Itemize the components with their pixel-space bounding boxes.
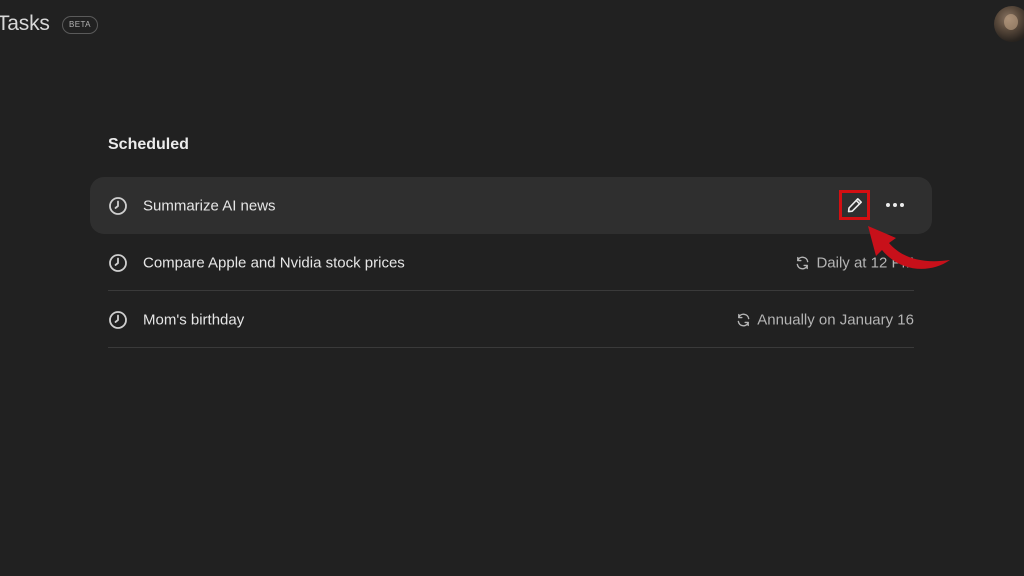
clock-icon bbox=[109, 196, 127, 215]
avatar[interactable] bbox=[994, 6, 1024, 42]
divider bbox=[108, 347, 914, 348]
more-horizontal-icon bbox=[886, 203, 904, 207]
schedule-label: Annually on January 16 bbox=[757, 311, 914, 328]
repeat-icon bbox=[737, 313, 750, 326]
clock-icon bbox=[109, 253, 127, 272]
pencil-icon bbox=[847, 198, 862, 213]
task-list: Summarize AI news Compare Apple and Nvid… bbox=[90, 177, 932, 348]
task-label: Summarize AI news bbox=[143, 197, 276, 214]
more-options-button[interactable] bbox=[881, 191, 909, 219]
task-row-compare-stock-prices[interactable]: Compare Apple and Nvidia stock prices Da… bbox=[90, 234, 932, 291]
edit-task-button[interactable] bbox=[839, 190, 870, 220]
page-title: Tasks bbox=[0, 12, 50, 35]
task-row-moms-birthday[interactable]: Mom's birthday Annually on January 16 bbox=[90, 291, 932, 348]
task-label: Compare Apple and Nvidia stock prices bbox=[143, 254, 405, 271]
task-row-summarize-ai-news[interactable]: Summarize AI news bbox=[90, 177, 932, 234]
repeat-icon bbox=[797, 256, 809, 269]
annotation-arrow bbox=[868, 226, 950, 269]
clock-icon bbox=[109, 310, 127, 329]
task-schedule: Annually on January 16 bbox=[736, 311, 914, 328]
section-title-scheduled: Scheduled bbox=[108, 136, 189, 153]
tasks-page: Tasks BETA Scheduled Summarize AI news C… bbox=[0, 0, 1024, 576]
task-label: Mom's birthday bbox=[143, 311, 245, 328]
beta-badge: BETA bbox=[62, 16, 98, 34]
